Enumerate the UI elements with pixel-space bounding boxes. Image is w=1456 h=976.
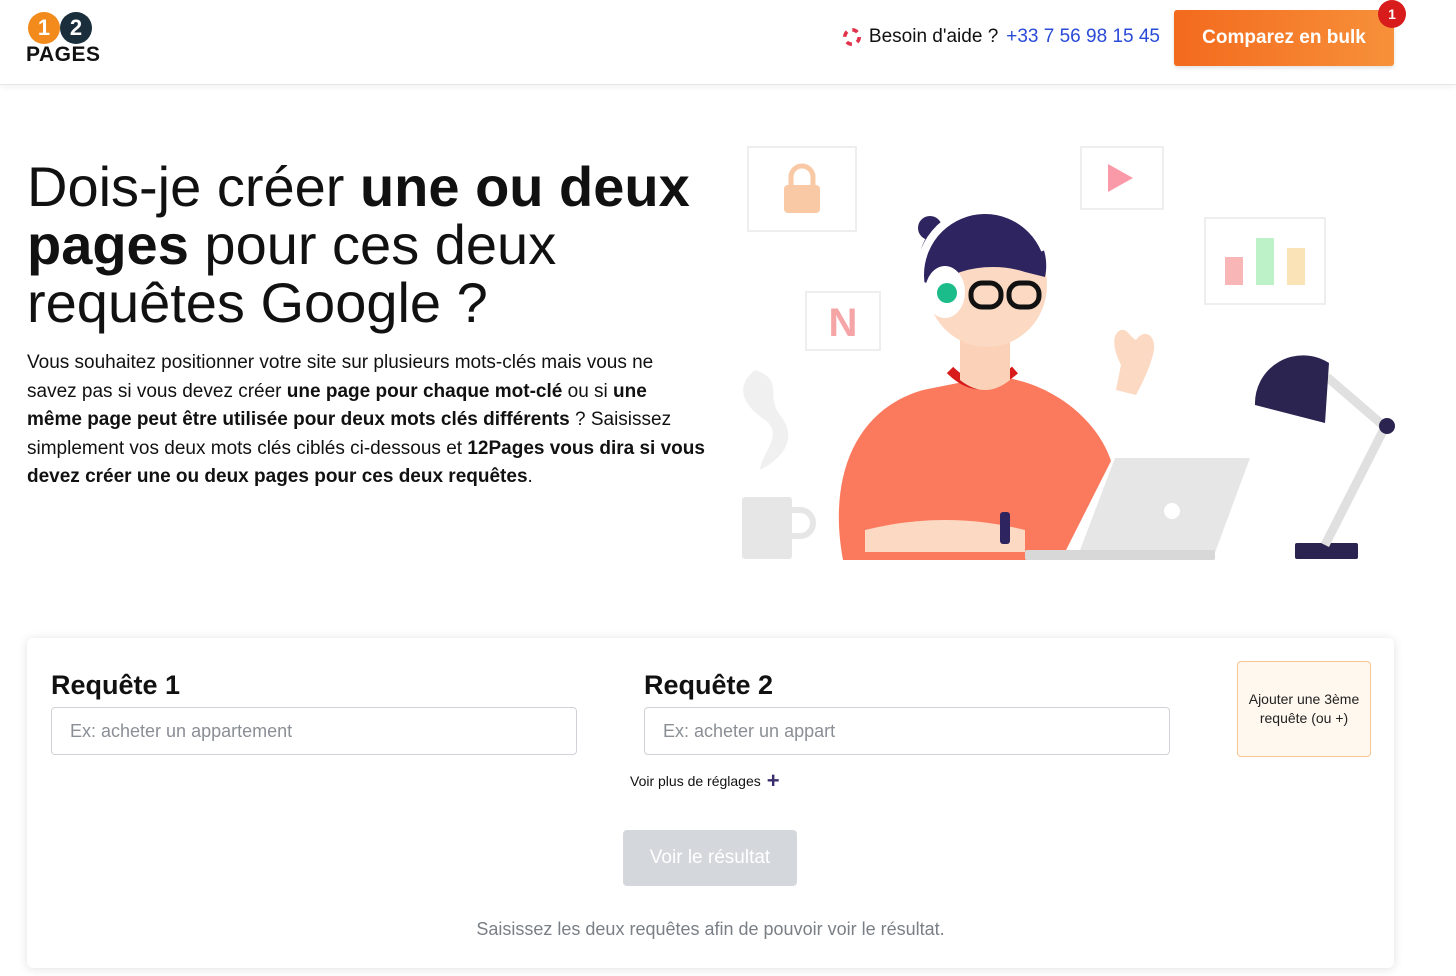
intro-paragraph: Vous souhaitez positionner votre site su… (27, 349, 707, 492)
title-part-1: Dois-je créer (27, 155, 360, 218)
query1-label: Requête 1 (51, 670, 181, 700)
see-result-button[interactable]: Voir le résultat (623, 830, 797, 886)
coffee-mug-icon (742, 370, 816, 559)
hero-illustration: N (742, 146, 1395, 560)
phone-link[interactable]: +33 7 56 98 15 45 (1006, 26, 1160, 48)
add-third-query-button[interactable]: Ajouter une 3ème requête (ou +) (1237, 661, 1371, 757)
more-settings-toggle[interactable]: Voir plus de réglages + (630, 768, 780, 793)
query-form-card: Requête 1 Requête 2 Ajouter une 3ème req… (27, 638, 1394, 968)
desc-1: une page pour chaque mot-clé (286, 380, 563, 402)
top-header: 1 2 PAGES Besoin d'aide ? +33 7 56 98 15… (0, 0, 1456, 85)
form-hint: Saisissez les deux requêtes afin de pouv… (476, 919, 945, 939)
bar-chart-tile-icon (1204, 217, 1326, 305)
notification-badge: 1 (1378, 0, 1406, 28)
query2-label: Requête 2 (644, 670, 774, 700)
help-text: Besoin d'aide ? (868, 26, 999, 47)
logo-word: PAGES (26, 43, 101, 66)
more-settings-label: Voir plus de réglages (630, 773, 761, 789)
letter-n: N (829, 301, 858, 345)
help-contact: Besoin d'aide ? +33 7 56 98 15 45 (842, 26, 1160, 48)
page-title: Dois-je créer une ou deux pages pour ces… (27, 158, 727, 332)
logo-digit-two: 2 (60, 12, 92, 44)
play-tile-icon (1080, 146, 1164, 210)
logo-digit-one: 1 (28, 12, 60, 44)
letter-tile-icon: N (805, 291, 881, 351)
lifebuoy-icon (842, 28, 861, 46)
query2-input[interactable] (644, 707, 1170, 755)
desc-2: ou si (562, 380, 614, 402)
desk-lamp-icon (1254, 355, 1395, 559)
compare-bulk-button[interactable]: Comparez en bulk (1174, 10, 1394, 66)
logo-12pages[interactable]: 1 2 PAGES (26, 12, 106, 68)
desc-6: . (527, 466, 533, 488)
plus-icon: + (766, 768, 780, 793)
lock-tile-icon (747, 146, 857, 232)
query1-input[interactable] (51, 707, 577, 755)
